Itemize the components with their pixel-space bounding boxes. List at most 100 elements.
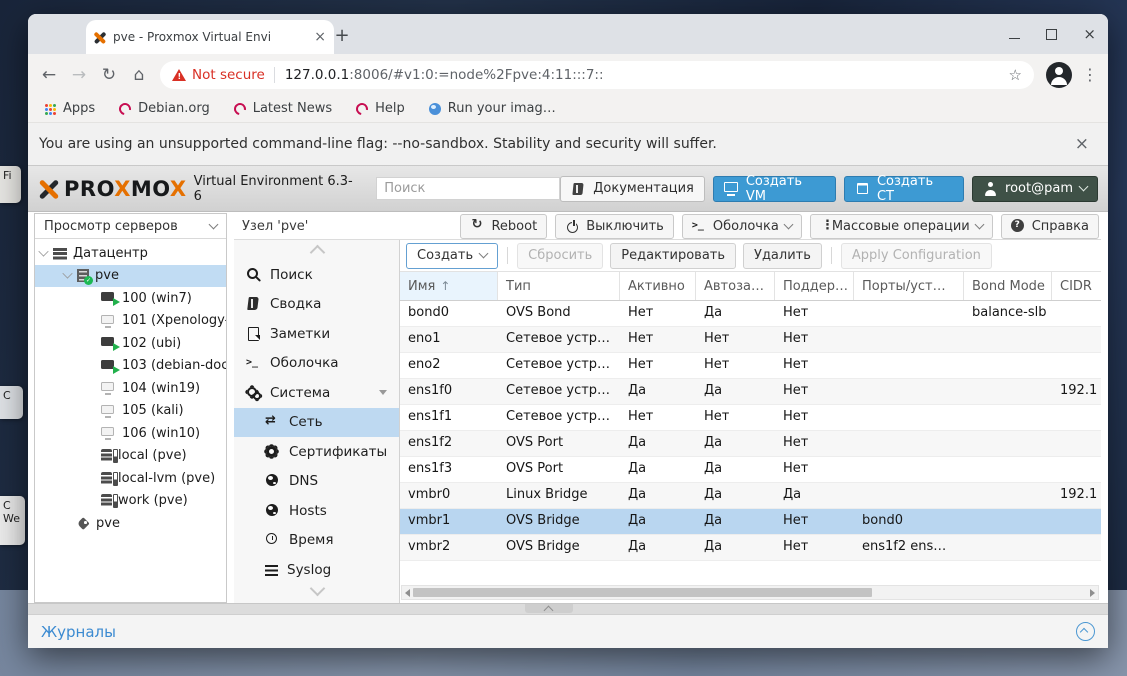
bookmark-item[interactable]: Debian.org [119, 101, 210, 116]
profile-avatar[interactable] [1046, 62, 1072, 88]
table-row[interactable]: bond0OVS BondНетДаНетbalance-slb [400, 301, 1101, 327]
table-toolbar-button[interactable]: Создать [406, 243, 498, 269]
browser-tab[interactable]: pve - Proxmox Virtual Envi × [86, 20, 334, 54]
table-cell: Да [696, 483, 775, 508]
menu-item[interactable]: Время [234, 526, 399, 556]
tree-item[interactable]: 100 (win7) [35, 287, 226, 310]
view-selector[interactable]: Просмотр серверов [35, 214, 226, 239]
menu-item[interactable]: Сводка [234, 290, 399, 320]
panel-splitter[interactable] [28, 603, 1108, 614]
horizontal-scrollbar[interactable] [401, 585, 1099, 600]
table-cell [1052, 301, 1101, 326]
back-icon[interactable]: ← [34, 65, 64, 85]
app-body: Просмотр серверов Датацентр [28, 212, 1108, 603]
tree-item[interactable]: 105 (kali) [35, 400, 226, 423]
maximize-button[interactable] [1046, 29, 1057, 40]
bookmark-item[interactable]: Run your imag… [429, 101, 556, 116]
search-input[interactable] [376, 177, 560, 200]
menu-item[interactable]: Сертификаты [234, 437, 399, 467]
tree-item[interactable]: local (pve) [35, 445, 226, 468]
table-row[interactable]: ens1f3OVS PortДаДаНет [400, 457, 1101, 483]
table-toolbar-button[interactable]: Apply Configuration [841, 243, 992, 269]
table-row[interactable]: ens1f0Сетевое устр…ДаДаНет192.1 [400, 379, 1101, 405]
table-row[interactable]: ens1f1Сетевое устр…НетНетНет [400, 405, 1101, 431]
table-cell: Нет [620, 327, 696, 352]
splitter-handle[interactable] [525, 604, 573, 613]
node-button[interactable]: Справка [1001, 214, 1099, 239]
menu-item[interactable]: DNS [234, 467, 399, 497]
menu-item[interactable]: Заметки [234, 319, 399, 349]
table-toolbar-button[interactable]: Редактировать [610, 243, 736, 269]
menu-item[interactable]: Система [234, 378, 399, 408]
table-cell: Нет [775, 405, 854, 430]
collapse-panel-icon[interactable] [1076, 622, 1095, 641]
node-button[interactable]: Выключить [555, 214, 674, 239]
new-tab-button[interactable]: + [330, 24, 354, 48]
expand-caret-icon[interactable] [62, 269, 72, 279]
table-row[interactable]: eno2Сетевое устр…НетНетНет [400, 353, 1101, 379]
column-header[interactable]: Bond Mode [964, 272, 1052, 300]
bookmark-item[interactable]: Apps [44, 101, 95, 116]
banner-close-icon[interactable]: × [1067, 134, 1097, 154]
scroll-right-icon[interactable] [1090, 589, 1095, 597]
header-button[interactable]: root@pam [972, 176, 1098, 202]
table-row[interactable]: ens1f2OVS PortДаДаНет [400, 431, 1101, 457]
column-header[interactable]: Порты/уст… [854, 272, 964, 300]
browser-menu-icon[interactable]: ⋮ [1078, 65, 1102, 84]
tree-item[interactable]: 102 (ubi) [35, 332, 226, 355]
node-button[interactable]: Оболочка [682, 214, 802, 239]
tree-item[interactable]: 101 (Xpenology-Ds36 [35, 310, 226, 333]
node-button[interactable]: Массовые операции [810, 214, 993, 239]
table-cell: Да [620, 483, 696, 508]
table-toolbar-button[interactable]: Удалить [743, 243, 822, 269]
scroll-up-icon[interactable] [309, 245, 325, 261]
column-header[interactable]: Активно [620, 272, 696, 300]
logs-title[interactable]: Журналы [41, 623, 116, 641]
home-icon[interactable]: ⌂ [124, 65, 154, 85]
scroll-left-icon[interactable] [405, 589, 410, 597]
close-button[interactable]: × [1083, 24, 1096, 44]
table-row[interactable]: vmbr2OVS BridgeДаДаНетens1f2 ens… [400, 535, 1101, 561]
bookmark-item[interactable]: Latest News [234, 101, 332, 116]
tree-item[interactable]: 106 (win10) [35, 422, 226, 445]
column-header[interactable]: Тип [498, 272, 620, 300]
table-cell [1052, 431, 1101, 456]
table-row[interactable]: vmbr0Linux BridgeДаДаДа192.1 [400, 483, 1101, 509]
header-button[interactable]: Создать CT [844, 176, 964, 202]
column-header[interactable]: Автоза… [696, 272, 775, 300]
menu-item[interactable]: Оболочка [234, 349, 399, 379]
bookmark-star-icon[interactable]: ☆ [1009, 66, 1022, 84]
address-bar[interactable]: ! Not secure 127.0.0.1:8006/#v1:0:=node%… [160, 61, 1034, 89]
tree-item[interactable]: Датацентр [35, 242, 226, 265]
table-cell: Нет [696, 353, 775, 378]
security-status[interactable]: Not secure [192, 67, 265, 83]
table-row[interactable]: vmbr1OVS BridgeДаДаНетbond0 [400, 509, 1101, 535]
tree-item[interactable]: 104 (win19) [35, 377, 226, 400]
expand-caret-icon[interactable] [38, 246, 48, 256]
table-row[interactable]: eno1Сетевое устр…НетНетНет [400, 327, 1101, 353]
table-toolbar-button[interactable]: Сбросить [517, 243, 603, 269]
tree-item-label: 102 (ubi) [122, 336, 181, 351]
bookmark-item[interactable]: Help [356, 101, 405, 116]
cert-icon [265, 445, 280, 459]
tree-item[interactable]: pve [35, 265, 226, 288]
tree-item[interactable]: work (pve) [35, 490, 226, 513]
forward-icon[interactable]: → [64, 65, 94, 85]
column-header[interactable]: CIDR [1052, 272, 1101, 300]
menu-item-label: DNS [289, 473, 318, 489]
menu-item[interactable]: Сеть [234, 408, 399, 438]
tree-item[interactable]: pve [35, 512, 226, 535]
tree-item[interactable]: local-lvm (pve) [35, 467, 226, 490]
node-button[interactable]: Reboot [460, 214, 547, 239]
tree-item[interactable]: 103 (debian-dock) [35, 355, 226, 378]
scrollbar-thumb[interactable] [413, 588, 872, 597]
menu-item[interactable]: Поиск [234, 260, 399, 290]
column-header[interactable]: Имя↑ [400, 272, 498, 300]
header-button[interactable]: Создать VM [713, 176, 836, 202]
column-header[interactable]: Поддер… [775, 272, 854, 300]
header-button[interactable]: Документация [560, 176, 705, 202]
reload-icon[interactable]: ↻ [94, 65, 124, 85]
menu-item[interactable]: Hosts [234, 496, 399, 526]
minimize-button[interactable] [1009, 38, 1020, 40]
tab-close-icon[interactable]: × [314, 29, 326, 45]
